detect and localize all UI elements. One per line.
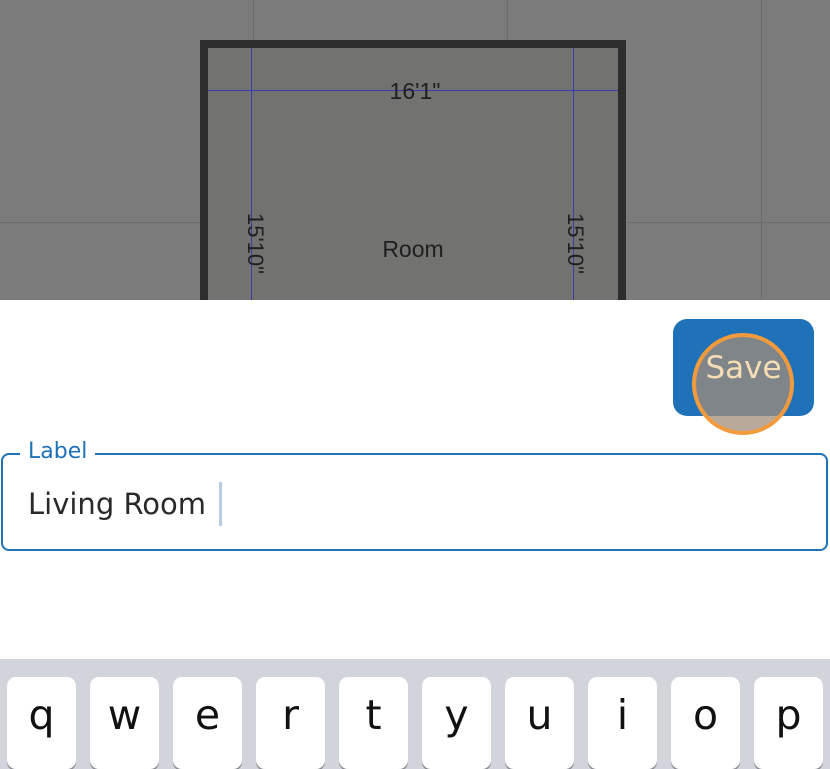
key-p[interactable]: p xyxy=(754,677,823,769)
key-o[interactable]: o xyxy=(671,677,740,769)
key-t[interactable]: t xyxy=(339,677,408,769)
app-screen: 16'1" 15'10" 15'10" Room Save Label q w … xyxy=(0,0,830,769)
key-y[interactable]: y xyxy=(422,677,491,769)
floorplan-canvas[interactable]: 16'1" 15'10" 15'10" Room xyxy=(0,0,830,300)
key-w[interactable]: w xyxy=(90,677,159,769)
key-q[interactable]: q xyxy=(7,677,76,769)
text-cursor xyxy=(219,482,222,526)
room-name-label: Room xyxy=(382,236,444,262)
label-field-legend: Label xyxy=(20,438,96,466)
dimension-top-label: 16'1" xyxy=(389,78,441,104)
key-e[interactable]: e xyxy=(173,677,242,769)
on-screen-keyboard: q w e r t y u i o p xyxy=(0,659,830,769)
key-r[interactable]: r xyxy=(256,677,325,769)
key-u[interactable]: u xyxy=(505,677,574,769)
label-input[interactable] xyxy=(28,484,808,524)
key-i[interactable]: i xyxy=(588,677,657,769)
save-button[interactable] xyxy=(673,319,814,416)
